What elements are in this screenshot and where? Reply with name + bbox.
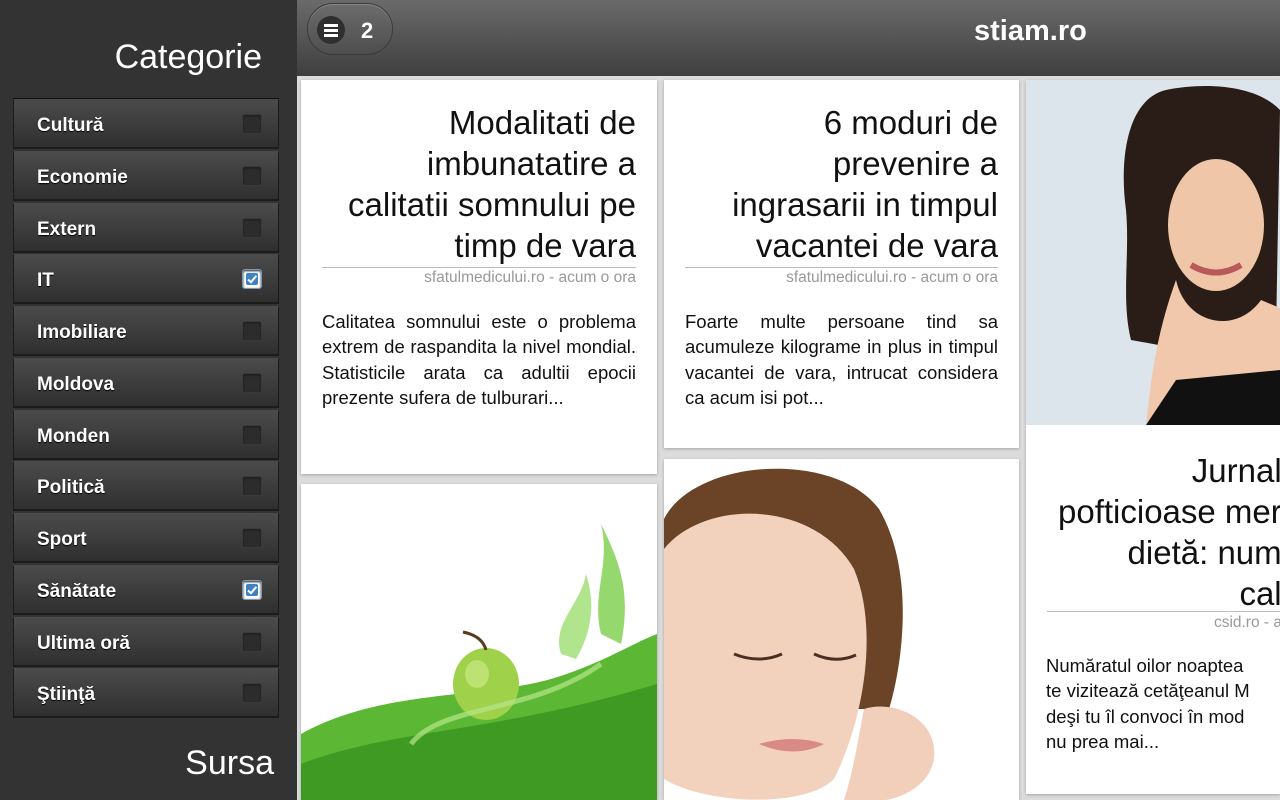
excerpt-line: te vizitează cetăţeanul M (1046, 680, 1250, 702)
divider (322, 267, 636, 268)
category-checkbox[interactable] (242, 631, 262, 652)
category-checkbox[interactable] (242, 683, 262, 704)
category-label: Sport (37, 529, 87, 550)
category-label: IT (37, 270, 54, 292)
source-heading: Sursa (185, 744, 274, 782)
category-item-monden[interactable]: Monden (13, 409, 279, 460)
category-item-ultima-ora[interactable]: Ultima oră (13, 616, 279, 667)
article-excerpt: Calitatea somnului este o problema extre… (322, 311, 636, 408)
category-checkbox-checked[interactable] (242, 269, 262, 290)
article-title-line: pofticioase mer (1058, 493, 1280, 530)
article-excerpt: Număratul oilor noaptea te vizitează cet… (1046, 653, 1280, 754)
hamburger-menu-icon (317, 16, 345, 44)
category-item-moldova[interactable]: Moldova (13, 357, 279, 408)
green-apple-splash-photo[interactable] (301, 484, 657, 800)
article-title-line: dietă: numa (1127, 534, 1280, 571)
top-bar: 2 stiam.ro (297, 0, 1280, 76)
category-label: Cultură (37, 115, 104, 136)
article-card[interactable]: Jurnalu pofticioase mer dietă: numa calo… (1026, 80, 1280, 794)
category-item-stiinta[interactable]: Ştiinţă (13, 668, 279, 719)
category-item-politica[interactable]: Politică (13, 461, 279, 512)
article-card[interactable]: Modalitati de imbunatatire a calitatii s… (301, 80, 657, 474)
article-title[interactable]: 6 moduri de prevenire a ingrasarii in ti… (708, 102, 998, 266)
article-title[interactable]: Modalitati de imbunatatire a calitatii s… (336, 102, 636, 266)
excerpt-line: deşi tu îl convoci în mod (1046, 705, 1245, 727)
menu-toggle-button[interactable]: 2 (307, 3, 393, 55)
category-label: Ştiinţă (37, 684, 96, 706)
green-apple-illustration (301, 484, 657, 800)
article-source: sfatulmedicului.ro - acum o ora (786, 269, 998, 286)
article-title-line: calo (1239, 575, 1280, 612)
category-item-cultura[interactable]: Cultură (13, 99, 279, 149)
category-label: Imobiliare (37, 322, 127, 343)
site-title[interactable]: stiam.ro (974, 15, 1087, 48)
category-label: Moldova (37, 373, 115, 395)
category-label: Extern (37, 218, 97, 240)
woman-face-skincare-photo[interactable] (664, 459, 1019, 800)
category-checkbox[interactable] (242, 528, 262, 548)
divider (685, 267, 998, 268)
category-item-sport[interactable]: Sport (13, 513, 279, 563)
category-item-extern[interactable]: Extern (13, 202, 279, 253)
article-card[interactable]: 6 moduri de prevenire a ingrasarii in ti… (664, 80, 1019, 448)
checkmark-icon (247, 585, 258, 595)
article-title[interactable]: Jurnalu pofticioase mer dietă: numa calo (1046, 450, 1280, 614)
woman-face-illustration (664, 459, 1019, 800)
category-label: Monden (37, 425, 110, 447)
category-checkbox[interactable] (242, 114, 262, 134)
divider (1047, 611, 1280, 612)
woman-with-scale-illustration (1026, 80, 1280, 425)
category-item-economie[interactable]: Economie (13, 150, 279, 201)
excerpt-line: nu prea mai... (1046, 730, 1160, 752)
sidebar: Categorie Cultură Economie Extern IT Imo… (0, 0, 297, 800)
excerpt-line: Număratul oilor noaptea (1046, 655, 1244, 676)
category-checkbox[interactable] (242, 424, 262, 445)
category-item-imobiliare[interactable]: Imobiliare (13, 306, 279, 356)
category-checkbox[interactable] (242, 372, 262, 393)
category-label: Ultima oră (37, 632, 130, 654)
menu-count-badge: 2 (361, 18, 374, 43)
category-label: Economie (37, 166, 128, 188)
category-label: Politică (37, 477, 105, 499)
article-title-line: Jurnalu (1191, 452, 1280, 489)
category-checkbox[interactable] (242, 321, 262, 341)
category-list: Cultură Economie Extern IT Imobiliare Mo… (13, 98, 279, 719)
category-heading: Categorie (114, 38, 262, 76)
checkmark-icon (247, 275, 258, 284)
article-source: sfatulmedicului.ro - acum o ora (424, 269, 636, 286)
article-source: csid.ro - a (1213, 614, 1280, 631)
category-checkbox[interactable] (242, 217, 262, 238)
category-item-it[interactable]: IT (13, 254, 279, 305)
category-checkbox[interactable] (242, 165, 262, 186)
category-label: Sănătate (37, 580, 117, 602)
category-checkbox-checked[interactable] (242, 579, 262, 600)
category-checkbox[interactable] (242, 476, 262, 497)
category-item-sanatate[interactable]: Sănătate (13, 564, 279, 615)
article-excerpt: Foarte multe persoane tind sa acumuleze … (685, 311, 998, 408)
woman-with-scale-photo[interactable] (1026, 80, 1280, 425)
